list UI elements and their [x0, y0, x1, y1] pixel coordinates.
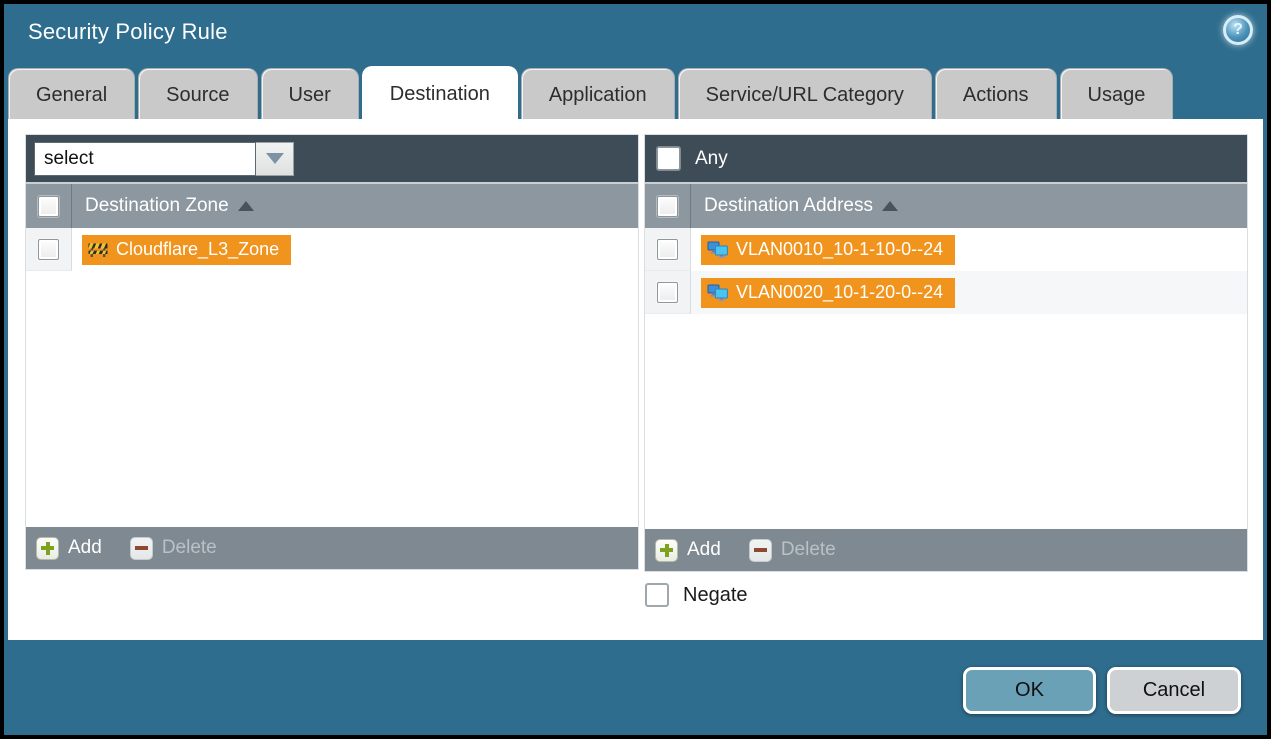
zone-footer: Add Delete: [26, 527, 638, 569]
address-item-label: VLAN0020_10-1-20-0--24: [736, 282, 943, 303]
negate-label: Negate: [683, 584, 748, 607]
security-policy-rule-dialog: Security Policy Rule ? General Source Us…: [0, 0, 1271, 739]
zone-list: Cloudflare_L3_Zone: [26, 228, 638, 527]
add-address-button[interactable]: Add: [655, 539, 721, 562]
tab-destination[interactable]: Destination: [362, 66, 518, 121]
zone-item-label: Cloudflare_L3_Zone: [116, 239, 279, 260]
zone-select-input[interactable]: [34, 142, 256, 176]
address-select-all-cell: [645, 184, 691, 228]
destination-address-panel: Any Destination Address: [645, 135, 1247, 571]
address-icon: [707, 284, 728, 301]
tab-usage[interactable]: Usage: [1060, 68, 1174, 121]
cancel-button[interactable]: Cancel: [1107, 667, 1241, 714]
add-icon: [36, 537, 59, 560]
add-zone-button[interactable]: Add: [36, 537, 102, 560]
tab-actions[interactable]: Actions: [935, 68, 1057, 121]
address-footer: Add Delete: [645, 529, 1247, 571]
tab-general[interactable]: General: [8, 68, 135, 121]
delete-zone-button[interactable]: Delete: [130, 537, 217, 560]
negate-checkbox[interactable]: [645, 583, 669, 607]
zone-select-all-checkbox[interactable]: [38, 196, 59, 217]
zone-column-sort[interactable]: Destination Zone: [72, 184, 254, 228]
sort-ascending-icon: [882, 201, 898, 211]
help-glyph: ?: [1233, 21, 1243, 39]
tab-strip: General Source User Destination Applicat…: [8, 66, 1173, 121]
address-item-chip[interactable]: VLAN0010_10-1-10-0--24: [701, 235, 955, 265]
zone-select-all-cell: [26, 184, 72, 228]
zone-column-header: Destination Zone: [26, 182, 638, 228]
address-column-header: Destination Address: [645, 182, 1247, 228]
row-checkbox[interactable]: [38, 239, 59, 260]
zone-icon: [88, 242, 108, 258]
address-toolbar: Any: [645, 135, 1247, 182]
any-checkbox[interactable]: [657, 147, 680, 170]
row-checkbox[interactable]: [657, 239, 678, 260]
tab-content: Destination Zone: [8, 119, 1263, 640]
help-icon[interactable]: ?: [1223, 15, 1253, 45]
tab-service-url-category[interactable]: Service/URL Category: [678, 68, 932, 121]
chevron-down-icon: [266, 153, 284, 164]
table-row: VLAN0020_10-1-20-0--24: [645, 271, 1247, 314]
zone-column-label: Destination Zone: [85, 195, 229, 217]
table-row: VLAN0010_10-1-10-0--24: [645, 228, 1247, 271]
delete-icon: [749, 539, 772, 562]
row-checkbox-cell: [645, 228, 691, 271]
address-item-chip[interactable]: VLAN0020_10-1-20-0--24: [701, 278, 955, 308]
any-label: Any: [695, 148, 728, 170]
address-select-all-checkbox[interactable]: [657, 196, 678, 217]
address-column-label: Destination Address: [704, 195, 873, 217]
zone-item-chip[interactable]: Cloudflare_L3_Zone: [82, 235, 291, 265]
row-checkbox[interactable]: [657, 282, 678, 303]
dialog-title: Security Policy Rule: [28, 19, 228, 45]
tab-application[interactable]: Application: [521, 68, 675, 121]
zone-toolbar: [26, 135, 638, 182]
delete-address-button[interactable]: Delete: [749, 539, 836, 562]
tab-source[interactable]: Source: [138, 68, 257, 121]
sort-ascending-icon: [238, 201, 254, 211]
address-icon: [707, 241, 728, 258]
zone-select-dropdown-button[interactable]: [256, 142, 294, 176]
table-row: Cloudflare_L3_Zone: [26, 228, 638, 271]
address-column-sort[interactable]: Destination Address: [691, 184, 898, 228]
negate-option: Negate: [645, 583, 748, 607]
add-icon: [655, 539, 678, 562]
row-checkbox-cell: [645, 271, 691, 314]
row-checkbox-cell: [26, 228, 72, 271]
address-list: VLAN0010_10-1-10-0--24: [645, 228, 1247, 529]
tab-user[interactable]: User: [261, 68, 359, 121]
address-item-label: VLAN0010_10-1-10-0--24: [736, 239, 943, 260]
delete-icon: [130, 537, 153, 560]
destination-zone-panel: Destination Zone: [26, 135, 638, 569]
ok-button[interactable]: OK: [963, 667, 1096, 714]
